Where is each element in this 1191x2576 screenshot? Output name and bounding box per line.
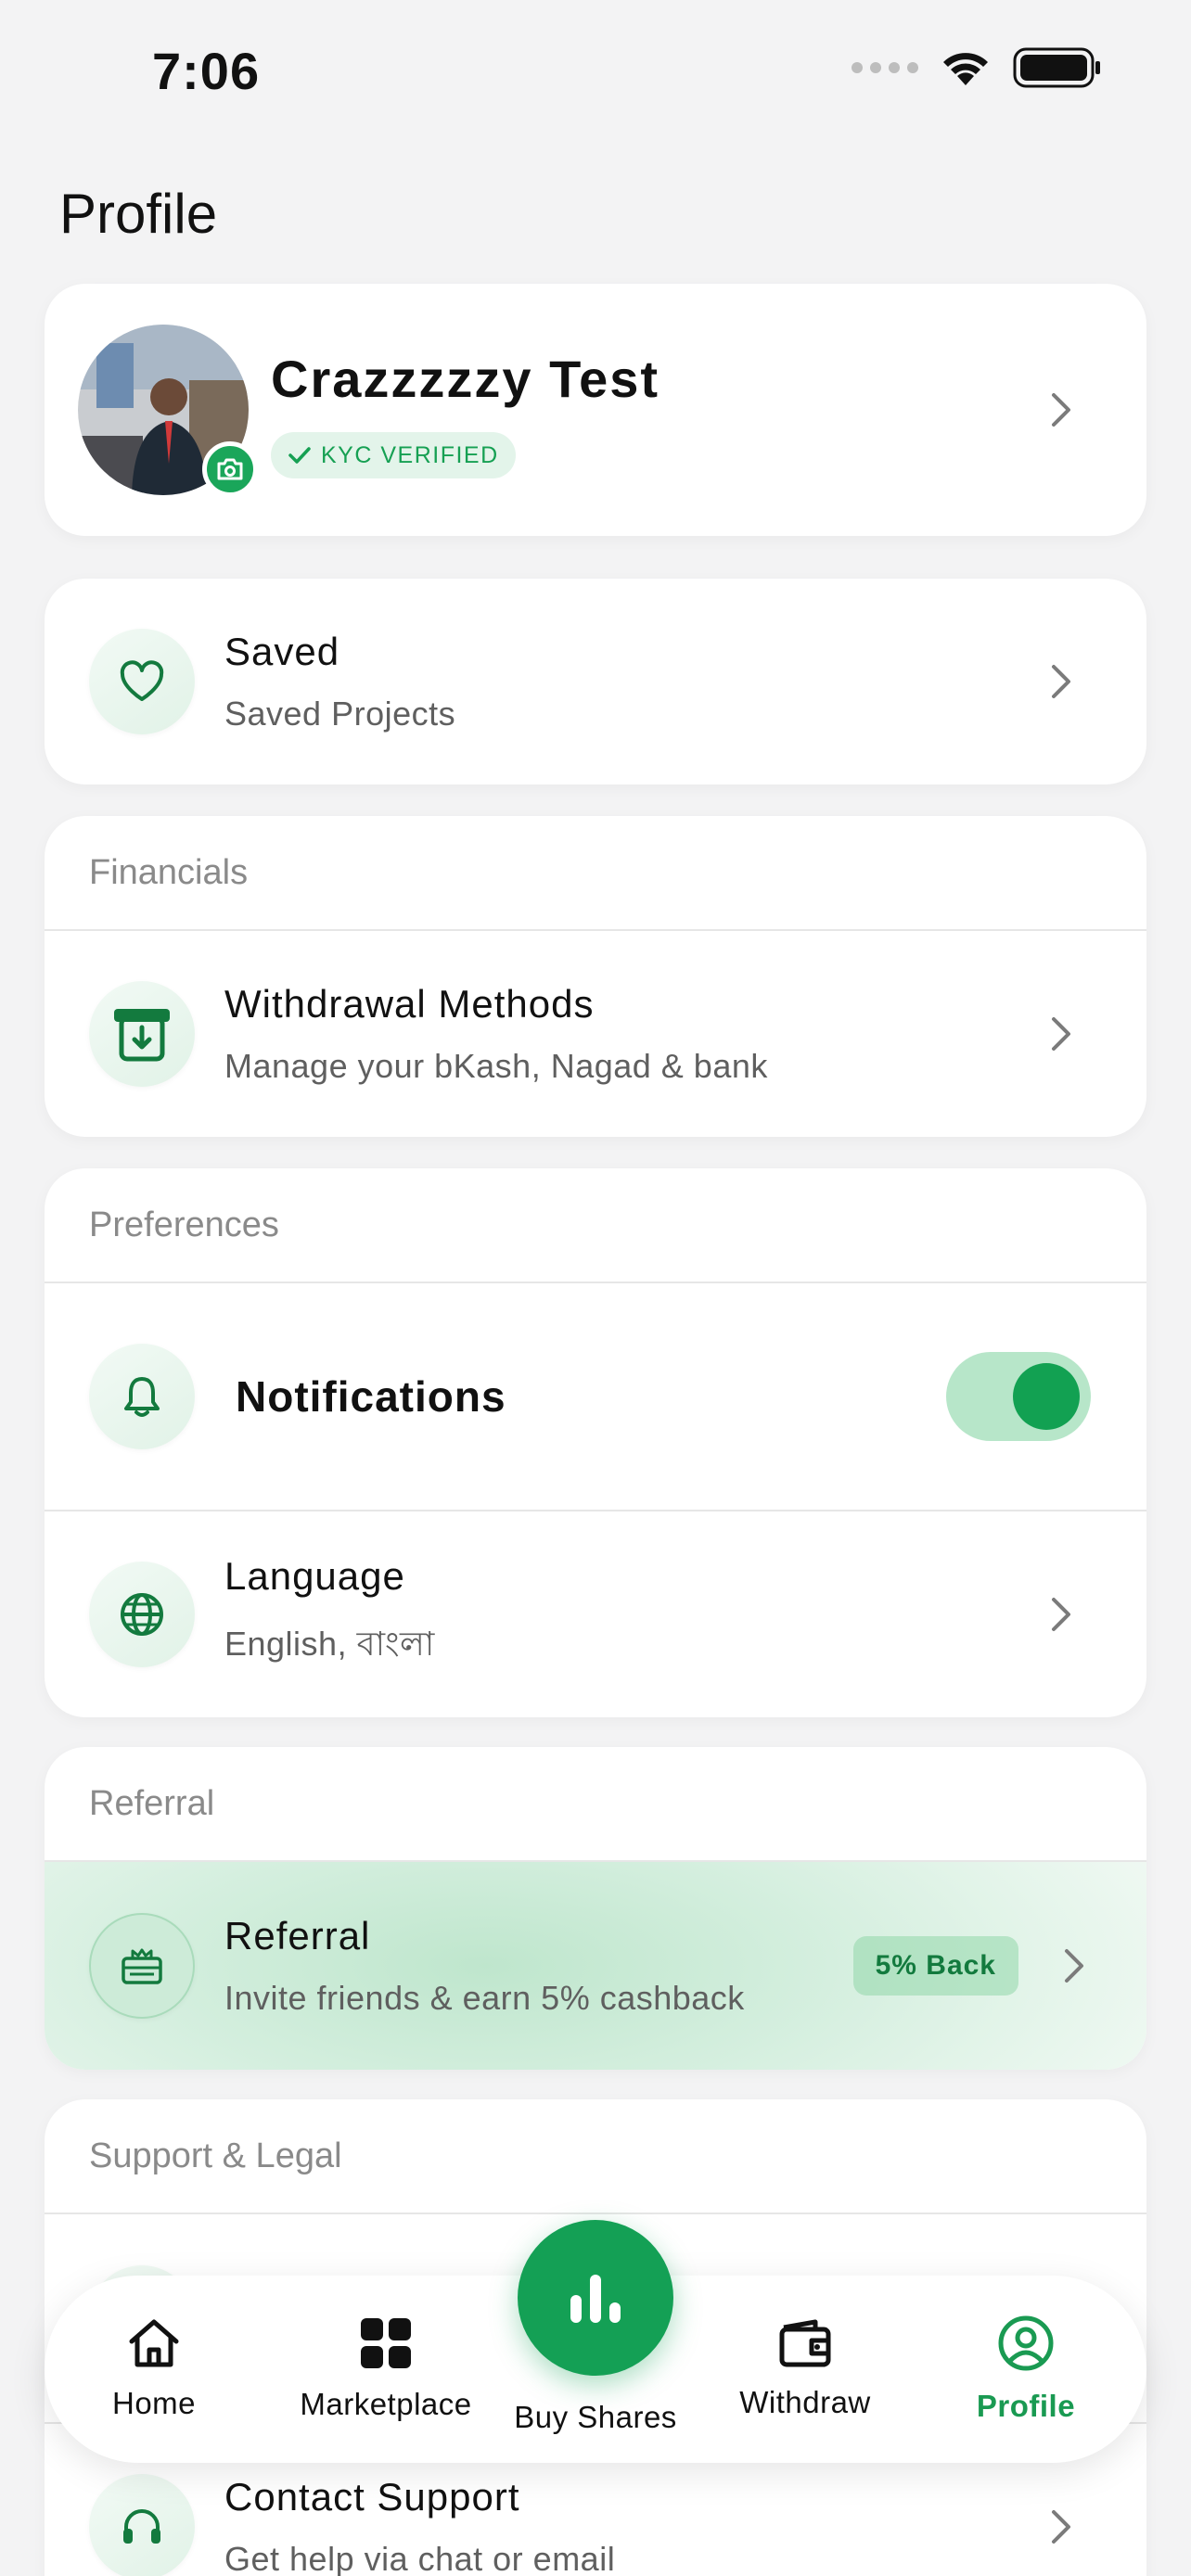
notifications-row: Notifications — [45, 1283, 1146, 1510]
referral-subtitle: Invite friends & earn 5% cashback — [224, 1979, 745, 2017]
profile-card[interactable]: Crazzzzzy Test KYC VERIFIED — [45, 284, 1146, 536]
language-row[interactable]: Language English, বাংলা — [45, 1510, 1146, 1717]
gift-card-icon — [89, 1913, 195, 2019]
chevron-right-icon — [1052, 393, 1070, 427]
language-subtitle: English, বাংলা — [224, 1625, 435, 1663]
saved-row[interactable]: Saved Saved Projects — [45, 579, 1146, 784]
notifications-toggle[interactable] — [946, 1352, 1091, 1441]
referral-row[interactable]: Referral Invite friends & earn 5% cashba… — [45, 1862, 1146, 2070]
cashback-badge: 5% Back — [852, 1936, 1018, 1996]
withdrawal-methods-title: Withdrawal Methods — [224, 982, 595, 1026]
bar-chart-icon — [570, 2275, 621, 2323]
status-icons — [852, 46, 1102, 89]
nav-label-marketplace: Marketplace — [300, 2387, 472, 2421]
atm-withdraw-icon — [89, 981, 195, 1087]
nav-profile[interactable]: Profile — [952, 2276, 1100, 2463]
camera-icon[interactable] — [202, 441, 258, 497]
chevron-right-icon — [1052, 1598, 1070, 1631]
section-title-support-legal: Support & Legal — [45, 2099, 1146, 2214]
notifications-title: Notifications — [236, 1372, 506, 1421]
nav-label-home: Home — [111, 2386, 197, 2420]
user-circle-icon — [998, 2315, 1054, 2371]
section-title-preferences: Preferences — [45, 1168, 1146, 1283]
language-title: Language — [224, 1554, 405, 1598]
nav-marketplace[interactable]: Marketplace — [275, 2276, 497, 2463]
saved-subtitle: Saved Projects — [224, 695, 456, 733]
chevron-right-icon — [1052, 665, 1070, 698]
chevron-right-icon — [1065, 1949, 1083, 1983]
kyc-verified-badge: KYC VERIFIED — [271, 432, 516, 478]
cellular-signal-icon — [852, 62, 918, 73]
saved-title: Saved — [224, 630, 340, 673]
page-title: Profile — [59, 183, 218, 245]
grid-icon — [361, 2318, 411, 2368]
buy-shares-fab[interactable] — [518, 2220, 673, 2376]
wifi-icon — [943, 53, 988, 85]
preferences-card: Preferences Notifications Language Engli… — [45, 1168, 1146, 1717]
kyc-label: KYC VERIFIED — [321, 441, 499, 468]
nav-home[interactable]: Home — [80, 2276, 228, 2463]
wallet-icon — [779, 2319, 831, 2367]
check-icon — [288, 447, 311, 464]
withdrawal-methods-row[interactable]: Withdrawal Methods Manage your bKash, Na… — [45, 931, 1146, 1137]
status-time: 7:06 — [152, 42, 261, 100]
financials-card: Financials Withdrawal Methods Manage you… — [45, 816, 1146, 1137]
chevron-right-icon — [1052, 1017, 1070, 1051]
bell-icon — [89, 1344, 195, 1449]
avatar[interactable] — [78, 325, 258, 497]
heart-icon — [89, 629, 195, 734]
saved-card: Saved Saved Projects — [45, 579, 1146, 784]
referral-card: Referral Referral Invite friends & earn … — [45, 1747, 1146, 2070]
nav-label-profile: Profile — [976, 2389, 1076, 2423]
status-bar: 7:06 — [0, 0, 1191, 139]
globe-icon — [89, 1562, 195, 1667]
nav-withdraw[interactable]: Withdraw — [722, 2276, 889, 2463]
headset-icon — [89, 2474, 195, 2576]
referral-title: Referral — [224, 1914, 371, 1958]
contact-support-subtitle: Get help via chat or email — [224, 2540, 616, 2576]
nav-label-withdraw: Withdraw — [739, 2385, 871, 2419]
toggle-knob — [1013, 1363, 1080, 1430]
chevron-right-icon — [1052, 2510, 1070, 2544]
section-title-referral: Referral — [45, 1747, 1146, 1862]
battery-icon — [1013, 47, 1100, 88]
contact-support-title: Contact Support — [224, 2475, 520, 2519]
nav-label-buy-shares: Buy Shares — [514, 2400, 677, 2434]
withdrawal-methods-subtitle: Manage your bKash, Nagad & bank — [224, 1047, 768, 1085]
profile-name: Crazzzzzy Test — [271, 350, 660, 408]
section-title-financials: Financials — [45, 816, 1146, 931]
home-icon — [129, 2319, 179, 2367]
